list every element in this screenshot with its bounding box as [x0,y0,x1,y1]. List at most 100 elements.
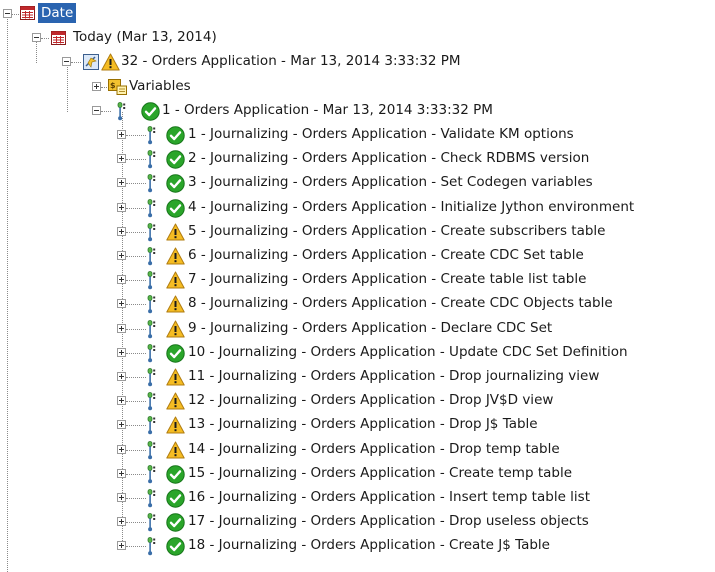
task-expand-toggle[interactable] [117,130,126,139]
step-icon [146,489,157,512]
tree-node-task[interactable]: 15 - Journalizing - Orders Application -… [188,463,572,483]
step-icon [146,150,157,173]
session-icon [83,54,99,74]
warning-icon [166,441,185,463]
tree-connector [126,231,146,233]
success-icon [166,344,185,367]
tree-node-task[interactable]: 18 - Journalizing - Orders Application -… [188,535,550,555]
warning-icon [101,53,120,75]
task-expand-toggle[interactable] [117,323,126,333]
task-expand-toggle[interactable] [117,202,126,212]
warning-icon [166,247,185,269]
step-icon [146,440,157,464]
tree-guide-line [67,63,68,112]
tree-connector [126,401,146,403]
tree-connector [126,328,146,330]
task-expand-toggle[interactable] [117,517,126,527]
calendar-icon [51,31,66,49]
tree-node-today[interactable]: Today (Mar 13, 2014) [73,27,217,47]
tree-connector [101,110,111,112]
tree-node-task[interactable]: 13 - Journalizing - Orders Application -… [188,414,538,434]
tree-connector [12,14,19,15]
tree-node-variables[interactable]: Variables [129,76,191,96]
task-expand-toggle[interactable] [117,347,126,357]
step-icon [146,392,157,415]
tree-node-task[interactable]: 14 - Journalizing - Orders Application -… [188,439,560,459]
warning-icon [166,368,185,390]
svg-text:$: $ [110,81,116,90]
step-icon [116,101,127,125]
tree-connector [126,522,146,524]
task-expand-toggle[interactable] [117,493,126,502]
step-icon [146,126,157,149]
root-expand-toggle[interactable] [3,9,12,18]
tree-node-task[interactable]: 9 - Journalizing - Orders Application - … [188,318,552,338]
tree-connector [126,207,146,209]
tree-node-session[interactable]: 32 - Orders Application - Mar 13, 2014 3… [121,51,461,71]
session-expand-toggle[interactable] [62,57,71,67]
step-icon [146,271,157,294]
task-expand-toggle[interactable] [117,275,126,285]
step-icon [146,343,157,367]
success-icon [166,513,185,536]
step-icon [146,319,157,343]
tree-node-task[interactable]: 10 - Journalizing - Orders Application -… [188,342,628,362]
tree-node-task[interactable]: 7 - Journalizing - Orders Application - … [188,269,586,289]
tree-node-task[interactable]: 5 - Journalizing - Orders Application - … [188,221,605,241]
task-expand-toggle[interactable] [117,444,126,454]
warning-icon [166,271,185,293]
warning-icon [166,223,185,245]
success-icon [166,126,185,149]
tree-node-task[interactable]: 8 - Journalizing - Orders Application - … [188,293,613,313]
step-icon [146,295,157,318]
task-expand-toggle[interactable] [117,396,126,406]
warning-icon [166,320,185,342]
task-expand-toggle[interactable] [117,420,126,430]
task-expand-toggle[interactable] [117,154,126,164]
tree-connector [126,352,146,354]
tree-node-date[interactable]: Date [38,3,77,23]
variables-icon: $ [108,78,127,99]
step-icon [146,537,157,560]
success-icon [166,198,185,222]
tree-connector [126,449,146,451]
tree-connector [126,377,146,378]
tree-node-task[interactable]: 16 - Journalizing - Orders Application -… [188,487,590,507]
tree-node-task[interactable]: 17 - Journalizing - Orders Application -… [188,511,589,531]
tree-node-task[interactable]: 11 - Journalizing - Orders Application -… [188,366,599,386]
step-icon [146,222,157,246]
tree-connector [126,473,146,475]
tree-node-task[interactable]: 3 - Journalizing - Orders Application - … [188,172,593,192]
variables-expand-toggle[interactable] [92,81,101,91]
task-expand-toggle[interactable] [117,541,126,551]
warning-icon [166,392,185,414]
success-icon [166,174,185,197]
tree-connector [101,86,107,88]
tree-node-task[interactable]: 4 - Journalizing - Orders Application - … [188,197,634,217]
step-expand-toggle[interactable] [92,105,101,115]
task-expand-toggle[interactable] [117,226,126,236]
tree-node-task[interactable]: 6 - Journalizing - Orders Application - … [188,245,584,265]
task-expand-toggle[interactable] [117,299,126,309]
tree-node-task[interactable]: 1 - Journalizing - Orders Application - … [188,124,574,144]
tree-connector [126,425,146,427]
task-expand-toggle[interactable] [117,251,126,260]
step-icon [146,198,157,222]
tree-connector [126,135,146,136]
calendar-icon [20,6,35,24]
task-expand-toggle[interactable] [117,372,126,381]
warning-icon [166,416,185,438]
tree-node-task[interactable]: 12 - Journalizing - Orders Application -… [188,390,553,410]
step-icon [146,513,157,536]
tree-connector [41,38,49,40]
tree-node-step[interactable]: 1 - Orders Application - Mar 13, 2014 3:… [162,100,493,120]
tree-connector [126,546,146,548]
task-expand-toggle[interactable] [117,468,126,478]
tree-node-task[interactable]: 2 - Journalizing - Orders Application - … [188,148,589,168]
tree-connector [71,62,81,64]
success-icon [141,102,160,125]
day-expand-toggle[interactable] [32,33,41,43]
task-expand-toggle[interactable] [117,178,126,188]
success-icon [166,489,185,512]
tree-connector [126,304,146,306]
